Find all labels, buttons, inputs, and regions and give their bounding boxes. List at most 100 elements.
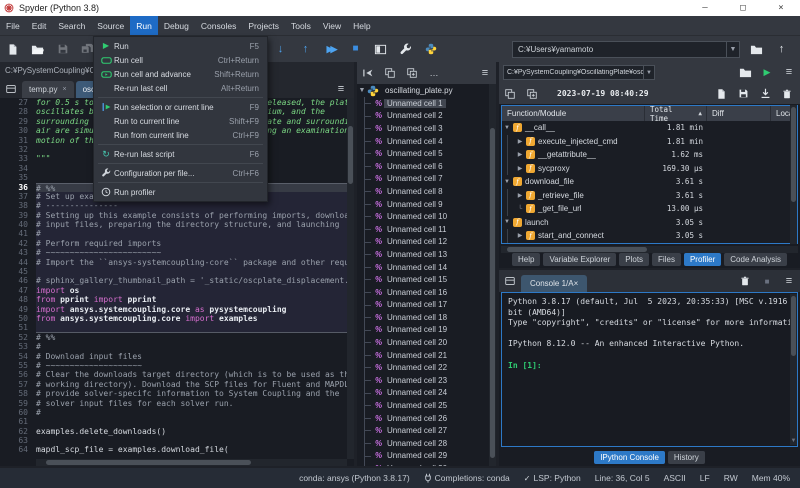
menu-item-re-run-last-script[interactable]: ↻Re-run last scriptF6 xyxy=(94,147,267,161)
outline-cell[interactable]: %Unnamed cell 8 xyxy=(357,185,489,198)
tab-ipython-console[interactable]: IPython Console xyxy=(594,451,665,464)
tab-variable-explorer[interactable]: Variable Explorer xyxy=(543,253,616,266)
profiler-row[interactable]: ▶fexecute_injected_cmd1.81 min xyxy=(502,135,797,149)
menu-view[interactable]: View xyxy=(317,16,347,35)
load-data-icon[interactable] xyxy=(754,85,776,103)
menu-file[interactable]: File xyxy=(0,16,26,35)
profiler-row[interactable]: ▶f__getattribute__1.62 ms xyxy=(502,148,797,162)
menu-projects[interactable]: Projects xyxy=(242,16,285,35)
outline-cell[interactable]: %Unnamed cell 6 xyxy=(357,160,489,173)
menu-consoles[interactable]: Consoles xyxy=(195,16,242,35)
preferences-icon[interactable] xyxy=(393,38,418,60)
chevron-icon[interactable]: ▶ xyxy=(515,138,525,145)
outline-cell[interactable]: %Unnamed cell 15 xyxy=(357,273,489,286)
menu-debug[interactable]: Debug xyxy=(158,16,195,35)
outline-cell[interactable]: %Unnamed cell 2 xyxy=(357,110,489,123)
outline-cell[interactable]: %Unnamed cell 19 xyxy=(357,324,489,337)
remove-variables-icon[interactable] xyxy=(734,272,756,290)
column-header-diff[interactable]: Diff xyxy=(707,106,771,121)
menu-item-run[interactable]: ▶RunF5 xyxy=(94,39,267,53)
outline-options-icon[interactable]: ≡ xyxy=(474,64,496,82)
expand-one-level-icon[interactable] xyxy=(521,85,543,103)
minimize-button[interactable]: – xyxy=(686,0,724,16)
menu-help[interactable]: Help xyxy=(347,16,376,35)
outline-cell[interactable]: %Unnamed cell 18 xyxy=(357,311,489,324)
close-button[interactable]: × xyxy=(762,0,800,16)
profiler-row[interactable]: └f_get_file_url13.00 μs xyxy=(502,202,797,216)
outline-cell[interactable]: %Unnamed cell 25 xyxy=(357,399,489,412)
outline-cell[interactable]: %Unnamed cell 12 xyxy=(357,236,489,249)
tab-profiler[interactable]: Profiler xyxy=(684,253,721,266)
tab-code-analysis[interactable]: Code Analysis xyxy=(724,253,787,266)
close-icon[interactable]: × xyxy=(62,86,66,93)
interrupt-kernel-icon[interactable]: ■ xyxy=(756,272,778,290)
continue-icon[interactable]: ▶▶ xyxy=(318,38,343,60)
outline-cell[interactable]: %Unnamed cell 23 xyxy=(357,374,489,387)
chevron-icon[interactable]: ▼ xyxy=(502,179,512,185)
profiler-row[interactable]: ▶fstart_and_connect3.05 s xyxy=(502,229,797,243)
show-output-icon[interactable] xyxy=(710,85,732,103)
menu-source[interactable]: Source xyxy=(91,16,130,35)
tree-leaf-icon[interactable]: └ xyxy=(515,206,525,212)
tab-history[interactable]: History xyxy=(668,451,705,464)
profiler-vertical-scrollbar[interactable] xyxy=(790,105,797,244)
save-data-icon[interactable] xyxy=(732,85,754,103)
step-down-icon[interactable]: ↓ xyxy=(268,38,293,60)
maximize-pane-icon[interactable] xyxy=(368,38,393,60)
chevron-down-icon[interactable]: ▼ xyxy=(726,42,739,57)
open-file-icon[interactable] xyxy=(25,38,50,60)
menu-item-re-run-last-cell[interactable]: Re-run last cellAlt+Return xyxy=(94,81,267,95)
menu-run[interactable]: Run xyxy=(130,16,158,35)
parent-dir-icon[interactable]: ↑ xyxy=(769,38,794,60)
menu-item-run-cell-and-advance[interactable]: Run cell and advanceShift+Return xyxy=(94,67,267,81)
outline-cell[interactable]: %Unnamed cell 7 xyxy=(357,173,489,186)
chevron-down-icon[interactable]: ▼ xyxy=(643,66,654,79)
select-file-icon[interactable] xyxy=(734,64,756,82)
outline-cell[interactable]: %Unnamed cell 5 xyxy=(357,147,489,160)
console-vertical-scrollbar[interactable]: ▼ xyxy=(790,294,797,445)
browse-tabs-icon[interactable] xyxy=(0,80,22,98)
menu-edit[interactable]: Edit xyxy=(26,16,53,35)
chevron-icon[interactable]: ▶ xyxy=(515,165,525,172)
step-up-icon[interactable]: ↑ xyxy=(293,38,318,60)
go-to-cursor-icon[interactable] xyxy=(357,64,379,82)
profiler-row[interactable]: ▶f16.10 μs xyxy=(502,243,797,245)
column-header-total-time[interactable]: Total Time▲ xyxy=(645,106,707,121)
editor-tab-temp.py[interactable]: temp.py× xyxy=(22,81,74,98)
profiler-file-combo[interactable]: C:¥PySystemCoupling¥OscillatingPlate¥osc… xyxy=(503,65,655,80)
outline-root[interactable]: ▼oscillating_plate.py xyxy=(357,84,489,97)
outline-cell[interactable]: %Unnamed cell 13 xyxy=(357,248,489,261)
profiler-table[interactable]: Function/ModuleTotal Time▲DiffLocal Time… xyxy=(501,105,798,244)
menu-search[interactable]: Search xyxy=(52,16,91,35)
profiler-table-header[interactable]: Function/ModuleTotal Time▲DiffLocal Time xyxy=(502,106,797,121)
editor-vertical-scrollbar[interactable] xyxy=(347,98,354,459)
profiler-row[interactable]: ▼fdownload_file3.61 s xyxy=(502,175,797,189)
tab-help[interactable]: Help xyxy=(512,253,540,266)
ipython-console[interactable]: Python 3.8.17 (default, Jul 5 2023, 20:3… xyxy=(501,292,798,447)
chevron-icon[interactable]: ▶ xyxy=(515,151,525,158)
outline-cell[interactable]: %Unnamed cell 9 xyxy=(357,198,489,211)
run-profiler-icon[interactable]: ▶ xyxy=(756,64,778,82)
scroll-down-arrow-icon[interactable]: ▼ xyxy=(790,438,797,444)
outline-cell[interactable]: %Unnamed cell 17 xyxy=(357,299,489,312)
clear-comparison-icon[interactable] xyxy=(776,85,798,103)
outline-cell[interactable]: %Unnamed cell 3 xyxy=(357,122,489,135)
chevron-down-icon[interactable]: ▼ xyxy=(357,87,367,94)
outline-cell[interactable]: %Unnamed cell 10 xyxy=(357,210,489,223)
expand-all-icon[interactable] xyxy=(401,64,423,82)
browse-dir-icon[interactable] xyxy=(744,38,769,60)
profiler-row[interactable]: ▶f_retrieve_file3.61 s xyxy=(502,189,797,203)
outline-vertical-scrollbar[interactable] xyxy=(489,84,496,466)
outline-cell[interactable]: %Unnamed cell 21 xyxy=(357,349,489,362)
tab-files[interactable]: Files xyxy=(652,253,681,266)
outline-cell[interactable]: %Unnamed cell 14 xyxy=(357,261,489,274)
menu-item-configuration-per-file-[interactable]: Configuration per file...Ctrl+F6 xyxy=(94,166,267,180)
outline-cell[interactable]: %Unnamed cell 16 xyxy=(357,286,489,299)
outline-cell[interactable]: %Unnamed cell 27 xyxy=(357,424,489,437)
outline-cell[interactable]: %Unnamed cell 4 xyxy=(357,135,489,148)
chevron-icon[interactable]: ▶ xyxy=(515,192,525,199)
profiler-row[interactable]: ▼f__call__1.81 min xyxy=(502,121,797,135)
outline-cell[interactable]: %Unnamed cell 22 xyxy=(357,361,489,374)
outline-cell[interactable]: %Unnamed cell 26 xyxy=(357,412,489,425)
chevron-icon[interactable]: ▼ xyxy=(502,125,512,131)
